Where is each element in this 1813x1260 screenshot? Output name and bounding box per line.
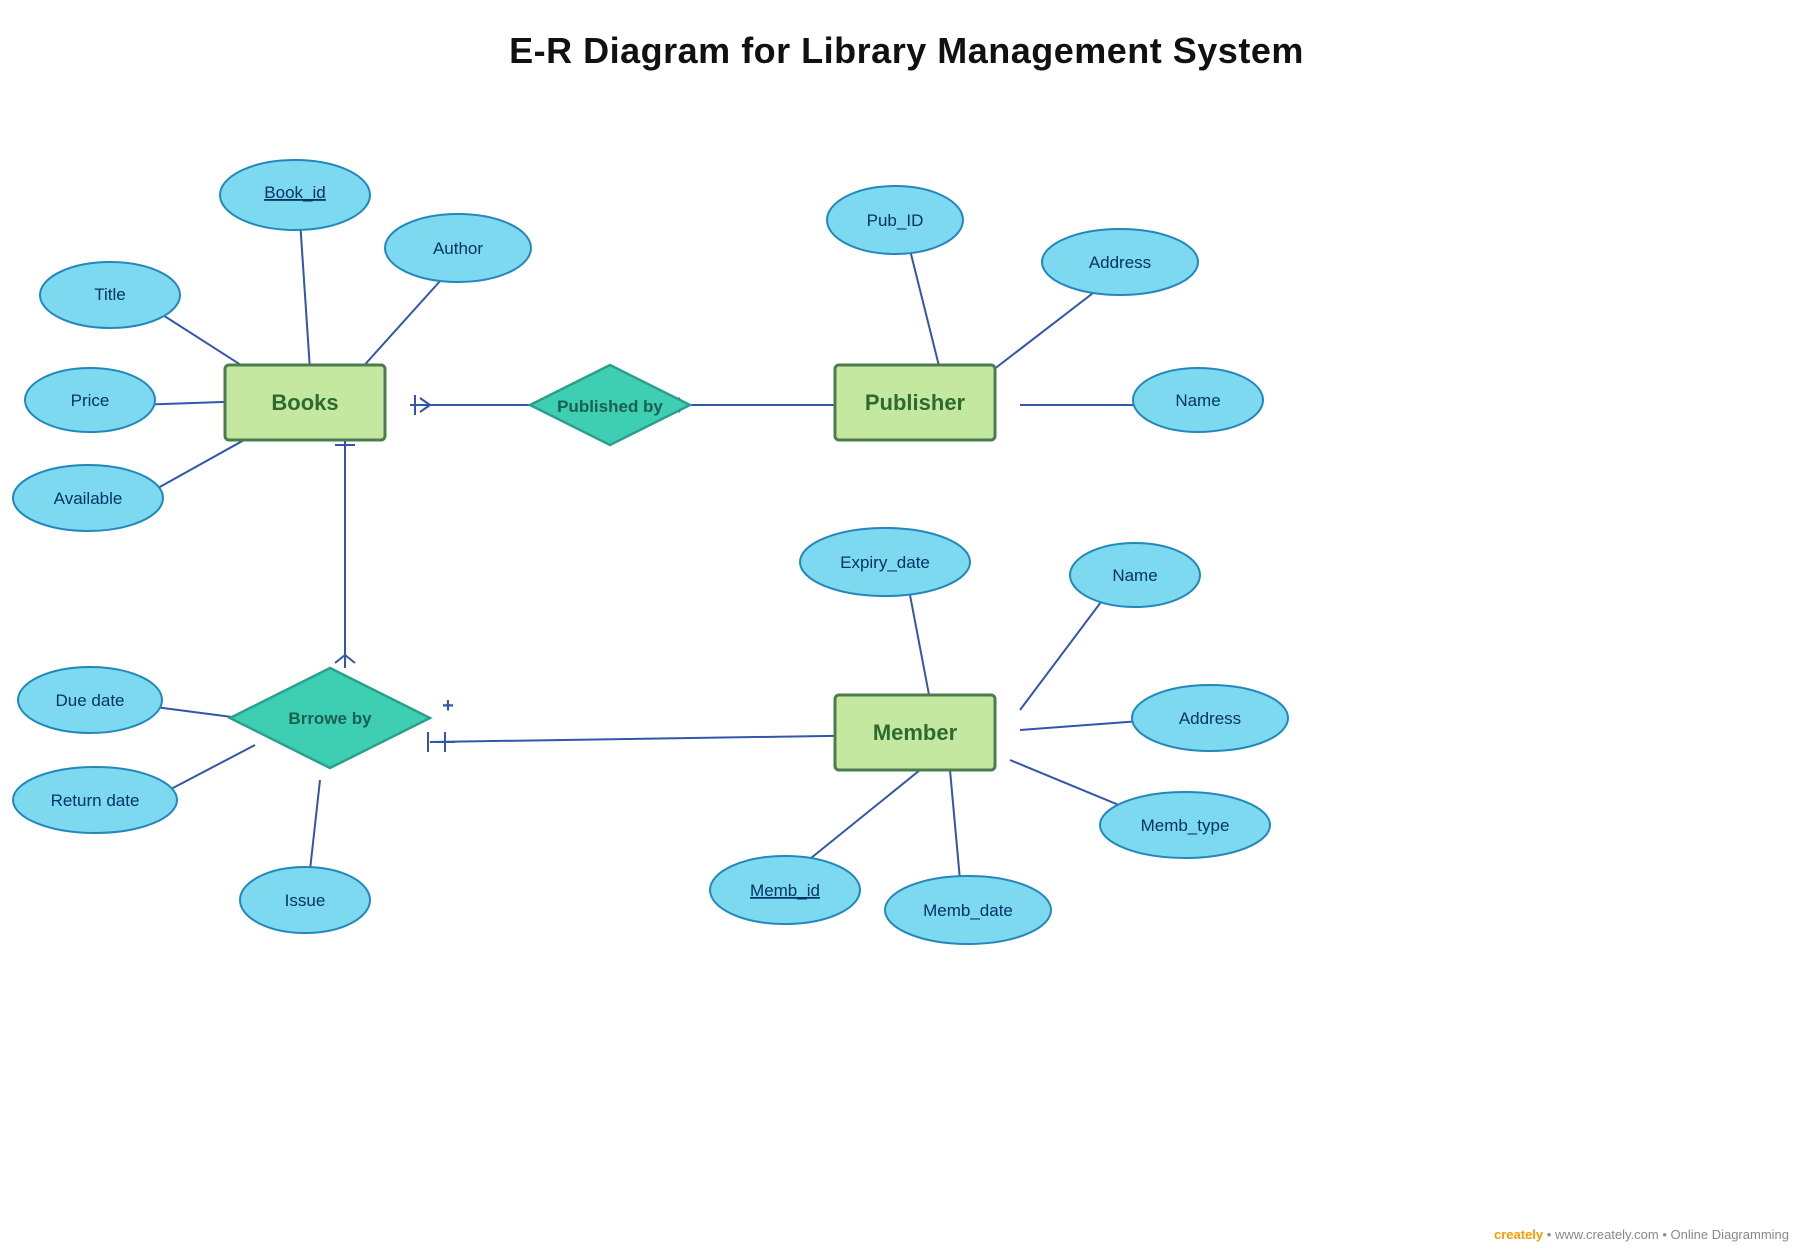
publisher-name-label: Name: [1175, 391, 1220, 410]
er-diagram: Books Publisher Member Published by Brro…: [0, 0, 1813, 1260]
member-address-label: Address: [1179, 709, 1241, 728]
pub-id-label: Pub_ID: [867, 211, 924, 230]
author-label: Author: [433, 239, 483, 258]
published-by-label: Published by: [557, 397, 663, 416]
member-label: Member: [873, 720, 958, 745]
book-id-label: Book_id: [264, 183, 325, 202]
price-label: Price: [71, 391, 110, 410]
return-date-label: Return date: [51, 791, 140, 810]
publisher-address-label: Address: [1089, 253, 1151, 272]
due-date-label: Due date: [56, 691, 125, 710]
available-label: Available: [54, 489, 123, 508]
title-label: Title: [94, 285, 126, 304]
brrowe-plus: +: [442, 695, 454, 717]
watermark-text: • www.creately.com • Online Diagramming: [1547, 1227, 1789, 1242]
books-label: Books: [271, 390, 338, 415]
watermark: creately • www.creately.com • Online Dia…: [1494, 1227, 1789, 1242]
brand-name: creately: [1494, 1227, 1543, 1242]
member-name-label: Name: [1112, 566, 1157, 585]
memb-id-label: Memb_id: [750, 881, 820, 900]
brrowe-by-label: Brrowe by: [288, 709, 372, 728]
issue-label: Issue: [285, 891, 326, 910]
publisher-label: Publisher: [865, 390, 966, 415]
memb-type-label: Memb_type: [1141, 816, 1230, 835]
memb-date-label: Memb_date: [923, 901, 1013, 920]
expiry-date-label: Expiry_date: [840, 553, 930, 572]
